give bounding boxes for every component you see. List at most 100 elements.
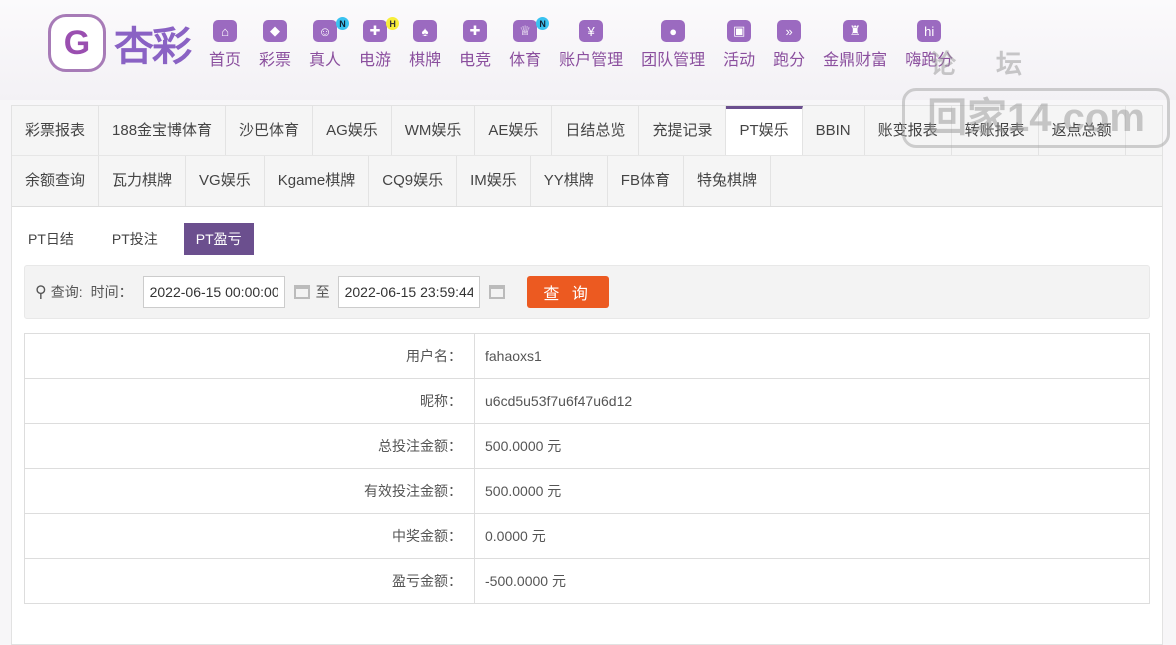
- nav-item-4[interactable]: ♠ 棋牌: [409, 20, 441, 70]
- row-label: 昵称：: [24, 378, 475, 424]
- tab-1-6[interactable]: YY棋牌: [531, 156, 608, 206]
- nav-item-1[interactable]: ◆ 彩票: [259, 20, 291, 70]
- table-row: 盈亏金额： -500.0000 元: [24, 558, 1150, 604]
- nav-item-5[interactable]: ✚ 电竞: [459, 20, 491, 70]
- live-dealer-icon: ☺: [313, 20, 338, 42]
- nav-label: 首页: [209, 52, 242, 69]
- nav-label: 彩票: [259, 52, 292, 69]
- query-bar: ⚲ 查询: 时间： 至 查 询: [24, 265, 1150, 319]
- nav-item-9[interactable]: ▣ 活动: [723, 20, 755, 70]
- sub-tabs: PT日结 PT投注 PT盈亏: [16, 223, 1162, 255]
- tab-1-7[interactable]: FB体育: [608, 156, 684, 206]
- nav-badge: H: [386, 17, 400, 30]
- tab-0-8[interactable]: PT娱乐: [726, 106, 803, 155]
- row-label: 总投注金额：: [24, 423, 475, 469]
- tab-row-1: 彩票报表 188金宝博体育 沙巴体育 AG娱乐 WM娱乐 AE娱乐 日结总览 充提记录 PT娱乐…: [12, 106, 1162, 156]
- search-icon: ⚲: [35, 284, 47, 301]
- row-value: -500.0000 元: [474, 558, 1150, 604]
- tab-0-3[interactable]: AG娱乐: [313, 106, 392, 155]
- tab-1-3[interactable]: Kgame棋牌: [265, 156, 370, 206]
- tab-1-1[interactable]: 瓦力棋牌: [99, 156, 187, 206]
- nav-label: 活动: [723, 52, 756, 69]
- nav-item-2[interactable]: ☺ N 真人: [309, 17, 350, 70]
- gamepad-icon: ✚: [363, 20, 388, 42]
- nav-label: 电竞: [459, 52, 492, 69]
- main-nav: ⌂ 首页 ◆ 彩票 ☺ N 真人 ✚ H 电游 ♠ 棋牌 ✚ 电竞 ♕ N 体育 ¥ 账户管理 ● 团队管理 ▣ 活动» 跑分…: [200, 17, 962, 70]
- time-label: 时间：: [90, 284, 133, 300]
- tab-0-6[interactable]: 日结总览: [552, 106, 640, 155]
- team-icon: ●: [661, 20, 686, 42]
- watermark-top: 论坛: [930, 49, 1063, 79]
- logo[interactable]: G 杏彩: [48, 14, 192, 72]
- row-label: 有效投注金额：: [24, 468, 475, 514]
- tab-0-9[interactable]: BBIN: [803, 106, 865, 155]
- tab-0-2[interactable]: 沙巴体育: [226, 106, 314, 155]
- subtab-2[interactable]: PT盈亏: [183, 223, 254, 255]
- cauldron-icon: ♜: [843, 20, 868, 42]
- report-tabs: 彩票报表 188金宝博体育 沙巴体育 AG娱乐 WM娱乐 AE娱乐 日结总览 充提记录 PT娱乐…: [12, 106, 1162, 207]
- tab-0-4[interactable]: WM娱乐: [392, 106, 476, 155]
- nav-label: 真人: [309, 52, 342, 69]
- nav-badge: N: [536, 17, 550, 30]
- logo-text: 杏彩: [114, 25, 192, 69]
- trophy-icon: ♕: [513, 20, 538, 42]
- start-time-input[interactable]: [142, 276, 285, 308]
- query-label: 查询:: [50, 284, 83, 300]
- report-panel: 彩票报表 188金宝博体育 沙巴体育 AG娱乐 WM娱乐 AE娱乐 日结总览 充提记录 PT娱乐…: [11, 105, 1163, 645]
- hi-icon: hi: [917, 20, 942, 42]
- tab-1-5[interactable]: IM娱乐: [457, 156, 531, 206]
- nav-label: 账户管理: [559, 52, 624, 69]
- nav-label: 棋牌: [409, 52, 442, 69]
- home-icon: ⌂: [213, 20, 237, 42]
- tab-1-8[interactable]: 特兔棋牌: [684, 156, 771, 206]
- nav-item-3[interactable]: ✚ H 电游: [359, 17, 400, 70]
- table-row: 有效投注金额： 500.0000 元: [24, 468, 1150, 514]
- nav-label: 金鼎财富: [823, 52, 888, 69]
- nav-label: 体育: [509, 52, 542, 69]
- tab-0-7[interactable]: 充提记录: [639, 106, 727, 155]
- row-value: u6cd5u53f7u6f47u6d12: [474, 378, 1150, 424]
- row-value: fahaoxs1: [474, 333, 1150, 379]
- calendar-icon[interactable]: [293, 285, 310, 299]
- tab-row-2: 余额查询 瓦力棋牌 VG娱乐 Kgame棋牌 CQ9娱乐 IM娱乐 YY棋牌 FB体育 特兔棋牌: [12, 156, 1162, 206]
- yen-coin-icon: ¥: [579, 20, 604, 42]
- tab-0-1[interactable]: 188金宝博体育: [99, 106, 227, 155]
- nav-item-11[interactable]: ♜ 金鼎财富: [823, 20, 887, 70]
- tab-0-12[interactable]: 返点总额: [1039, 106, 1126, 155]
- row-value: 500.0000 元: [474, 423, 1150, 469]
- ticket-icon: ◆: [263, 20, 288, 42]
- tab-0-0[interactable]: 彩票报表: [12, 106, 100, 155]
- nav-item-6[interactable]: ♕ N 体育: [509, 17, 550, 70]
- nav-item-8[interactable]: ● 团队管理: [641, 20, 705, 70]
- tab-1-0[interactable]: 余额查询: [12, 156, 100, 206]
- logo-emblem-icon: G: [48, 14, 106, 72]
- table-row: 用户名： fahaoxs1: [24, 333, 1150, 379]
- runner-icon: »: [777, 20, 802, 42]
- nav-label: 电游: [359, 52, 392, 69]
- table-row: 昵称： u6cd5u53f7u6f47u6d12: [24, 378, 1150, 424]
- gift-icon: ▣: [727, 20, 752, 42]
- tab-0-10[interactable]: 账变报表: [865, 106, 952, 155]
- nav-item-0[interactable]: ⌂ 首页: [209, 20, 241, 70]
- query-button[interactable]: 查 询: [526, 276, 609, 308]
- row-label: 用户名：: [24, 333, 475, 379]
- to-label: 至: [315, 284, 330, 300]
- end-time-input[interactable]: [337, 276, 480, 308]
- row-label: 盈亏金额：: [24, 558, 475, 604]
- tab-1-2[interactable]: VG娱乐: [186, 156, 265, 206]
- cards-icon: ♠: [413, 20, 438, 42]
- tab-1-4[interactable]: CQ9娱乐: [369, 156, 458, 206]
- tab-0-5[interactable]: AE娱乐: [475, 106, 553, 155]
- subtab-0[interactable]: PT日结: [16, 223, 86, 255]
- row-value: 500.0000 元: [474, 468, 1150, 514]
- row-label: 中奖金额：: [24, 513, 475, 559]
- nav-item-10[interactable]: » 跑分: [773, 20, 805, 70]
- calendar-icon[interactable]: [488, 285, 505, 299]
- nav-label: 跑分: [773, 52, 806, 69]
- nav-item-7[interactable]: ¥ 账户管理: [559, 20, 623, 70]
- nav-badge: N: [336, 17, 350, 30]
- subtab-1[interactable]: PT投注: [100, 223, 170, 255]
- nav-label: 团队管理: [641, 52, 706, 69]
- tab-0-11[interactable]: 转账报表: [952, 106, 1039, 155]
- result-table: 用户名： fahaoxs1 昵称： u6cd5u53f7u6f47u6d12 总投注金额…: [24, 333, 1150, 604]
